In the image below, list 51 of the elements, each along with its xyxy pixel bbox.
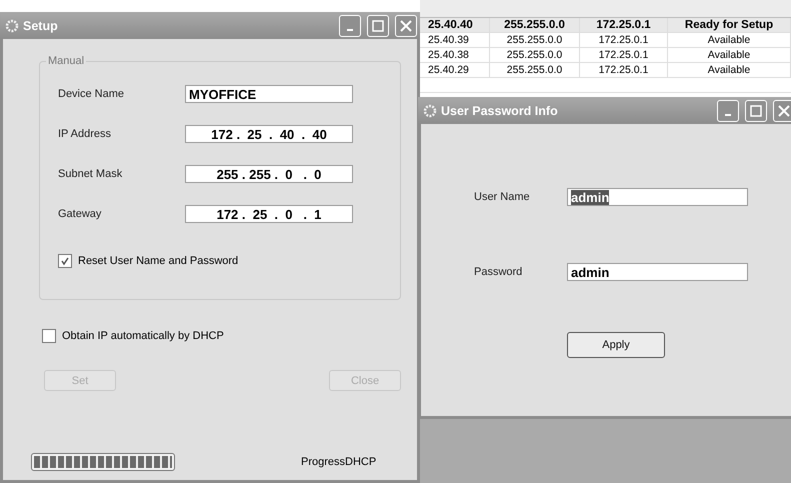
table-cell: 172.25.0.1 (580, 63, 668, 77)
table-cell: 255.255.0.0 (490, 18, 580, 32)
gear-icon (423, 104, 437, 118)
ip-address-field[interactable]: 255 . 255 . 0 . 0 (185, 165, 353, 183)
table-row[interactable]: 25.40.38 255.255.0.0 172.25.0.1 Available (420, 48, 791, 63)
table-cell: 255.255.0.0 (490, 63, 580, 77)
table-cell: Ready for Setup (668, 18, 791, 32)
apply-button[interactable]: Apply (567, 332, 665, 358)
minimize-icon (725, 114, 731, 116)
gear-icon (5, 18, 19, 32)
window-title: Setup (23, 18, 59, 32)
window-title: User Password Info (441, 104, 559, 118)
field-label: Device Name (58, 88, 126, 100)
field-label: User Name (474, 191, 531, 203)
table-cell: Available (668, 48, 791, 62)
minimize-icon (347, 28, 353, 30)
input-field[interactable]: admin (567, 188, 748, 206)
table-cell: 172.25.0.1 (580, 48, 668, 62)
table-cell: 255.255.0.0 (490, 33, 580, 47)
minimize-button[interactable] (339, 14, 361, 36)
table-cell: Available (668, 63, 791, 77)
maximize-button[interactable] (367, 14, 389, 36)
close-icon (400, 20, 412, 32)
table-row[interactable]: 25.40.40 255.255.0.0 172.25.0.1 Ready for Setup (420, 18, 791, 33)
table-row[interactable]: 25.40.39 255.255.0.0 172.25.0.1 Available (420, 33, 791, 48)
ip-address-field[interactable]: 172 . 25 . 0 . 1 (185, 205, 353, 223)
table-cell: 172.25.0.1 (580, 18, 668, 32)
checkbox-label: Reset User Name and Password (78, 255, 238, 267)
checkbox[interactable] (58, 254, 72, 268)
close-button[interactable] (773, 100, 791, 122)
checkbox[interactable] (42, 329, 56, 343)
progress-label: ProgressDHCP (301, 456, 376, 468)
input-field[interactable]: admin (567, 263, 748, 281)
table-cell: 255.255.0.0 (490, 48, 580, 62)
table-cell: 172.25.0.1 (580, 33, 668, 47)
maximize-button[interactable] (745, 100, 767, 122)
field-label: Password (474, 266, 524, 278)
input-field[interactable]: MYOFFICE (185, 85, 353, 103)
field-label: IP Address (58, 128, 112, 140)
minimize-button[interactable] (717, 100, 739, 122)
table-cell: Available (668, 33, 791, 47)
close-icon (778, 104, 790, 116)
field-label: Subnet Mask (58, 168, 124, 180)
ip-address-field[interactable]: 172 . 25 . 40 . 40 (185, 125, 353, 143)
close-button[interactable] (395, 14, 417, 36)
maximize-icon (750, 104, 762, 116)
maximize-icon (372, 20, 384, 32)
group-label: Manual (46, 55, 86, 67)
checkbox-label: Obtain IP automatically by DHCP (62, 330, 224, 342)
table-row[interactable]: 25.40.29 255.255.0.0 172.25.0.1 Available (420, 63, 791, 78)
field-label: Gateway (58, 208, 102, 220)
